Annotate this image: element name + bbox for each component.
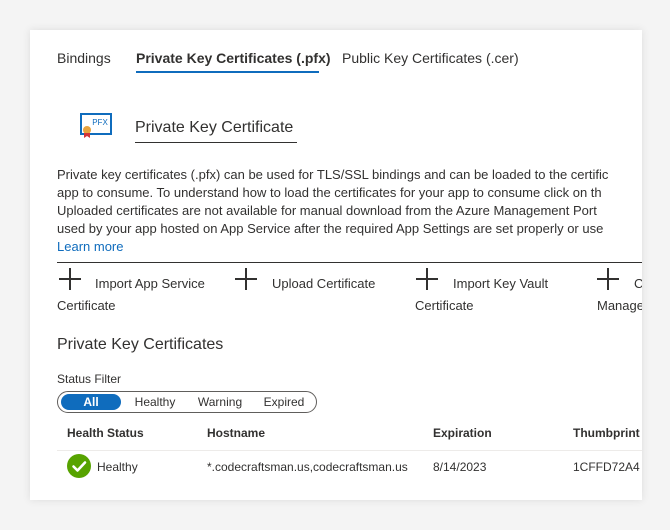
add-icon[interactable] bbox=[235, 268, 257, 290]
description: Private key certificates (.pfx) can be u… bbox=[57, 166, 642, 256]
filter-option-healthy[interactable]: Healthy bbox=[126, 394, 184, 410]
import-key-vault-certificate-button[interactable]: Import Key Vault bbox=[453, 276, 548, 291]
description-line: Uploaded certificates are not available … bbox=[57, 203, 597, 218]
description-line: Private key certificates (.pfx) can be u… bbox=[57, 167, 609, 182]
tab-bindings[interactable]: Bindings bbox=[57, 50, 111, 66]
learn-more-link[interactable]: Learn more bbox=[57, 239, 123, 254]
tab-private-key-certificates[interactable]: Private Key Certificates (.pfx) bbox=[136, 50, 331, 66]
import-app-service-certificate-button[interactable]: Import App Service bbox=[95, 276, 205, 291]
column-header-thumbprint[interactable]: Thumbprint bbox=[573, 426, 640, 440]
column-header-hostname[interactable]: Hostname bbox=[207, 426, 265, 440]
column-header-health-status[interactable]: Health Status bbox=[67, 426, 144, 440]
import-key-vault-certificate-button-line2[interactable]: Certificate bbox=[415, 298, 474, 313]
page-title: Private Key Certificate bbox=[135, 119, 294, 136]
import-app-service-certificate-button-line2[interactable]: Certificate bbox=[57, 298, 116, 313]
description-line: used by your app hosted on App Service a… bbox=[57, 221, 604, 236]
table-header-divider bbox=[57, 450, 642, 451]
row-expiration: 8/14/2023 bbox=[433, 460, 487, 474]
command-bar-divider bbox=[57, 262, 642, 263]
status-filter-label: Status Filter bbox=[57, 372, 122, 386]
row-hostname[interactable]: *.codecraftsman.us,codecraftsman.us bbox=[207, 460, 408, 474]
healthy-check-icon bbox=[67, 454, 91, 478]
section-title: Private Key Certificates bbox=[57, 336, 224, 353]
manage-button[interactable]: C bbox=[634, 276, 642, 291]
certificates-panel: Bindings Private Key Certificates (.pfx)… bbox=[30, 30, 642, 500]
row-status: Healthy bbox=[97, 460, 138, 474]
certificate-icon: PFX bbox=[80, 113, 112, 139]
manage-button-line2[interactable]: Manage bbox=[597, 298, 642, 313]
column-header-expiration[interactable]: Expiration bbox=[433, 426, 492, 440]
add-icon[interactable] bbox=[597, 268, 619, 290]
tab-public-key-certificates[interactable]: Public Key Certificates (.cer) bbox=[342, 50, 519, 66]
add-icon[interactable] bbox=[416, 268, 438, 290]
active-tab-indicator bbox=[136, 71, 319, 73]
description-line: app to consume. To understand how to loa… bbox=[57, 185, 602, 200]
add-icon[interactable] bbox=[59, 268, 81, 290]
title-underline bbox=[135, 142, 297, 143]
certificate-icon-label: PFX bbox=[92, 118, 108, 127]
filter-option-warning[interactable]: Warning bbox=[190, 394, 250, 410]
filter-option-expired[interactable]: Expired bbox=[256, 394, 312, 410]
upload-certificate-button[interactable]: Upload Certificate bbox=[272, 276, 375, 291]
row-thumbprint: 1CFFD72A4 bbox=[573, 460, 640, 474]
status-filter[interactable]: All Healthy Warning Expired bbox=[57, 391, 317, 413]
filter-option-all[interactable]: All bbox=[61, 394, 121, 410]
